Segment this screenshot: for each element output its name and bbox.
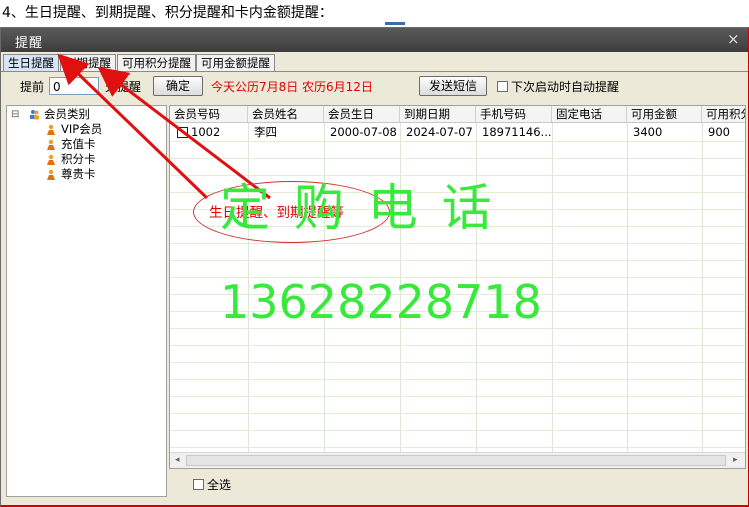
arrow-to-birthday-tab xyxy=(57,53,209,200)
annotation-arrows xyxy=(57,53,271,200)
annotation-text: 生日提醒、到期提醒等 xyxy=(209,205,344,221)
